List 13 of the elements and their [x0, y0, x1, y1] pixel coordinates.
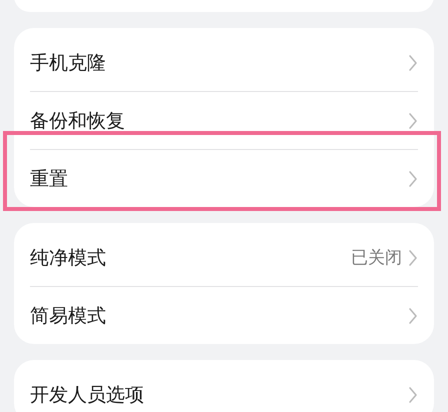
setting-label[interactable]: 手机克隆 — [30, 50, 408, 76]
chevron-right-icon — [408, 248, 418, 266]
chevron-right-icon — [408, 54, 418, 72]
setting-label[interactable]: 开发人员选项 — [30, 382, 408, 408]
setting-value: 已关闭 — [351, 247, 402, 269]
chevron-right-icon — [408, 170, 418, 188]
setting-label[interactable]: 重置 — [30, 166, 408, 192]
setting-label[interactable]: 简易模式 — [30, 302, 408, 328]
chevron-right-icon — [408, 112, 418, 130]
setting-label[interactable]: 备份和恢复 — [30, 108, 408, 134]
chevron-right-icon — [408, 306, 418, 324]
chevron-right-icon — [408, 386, 418, 404]
setting-label[interactable]: 纯净模式 — [30, 244, 351, 270]
